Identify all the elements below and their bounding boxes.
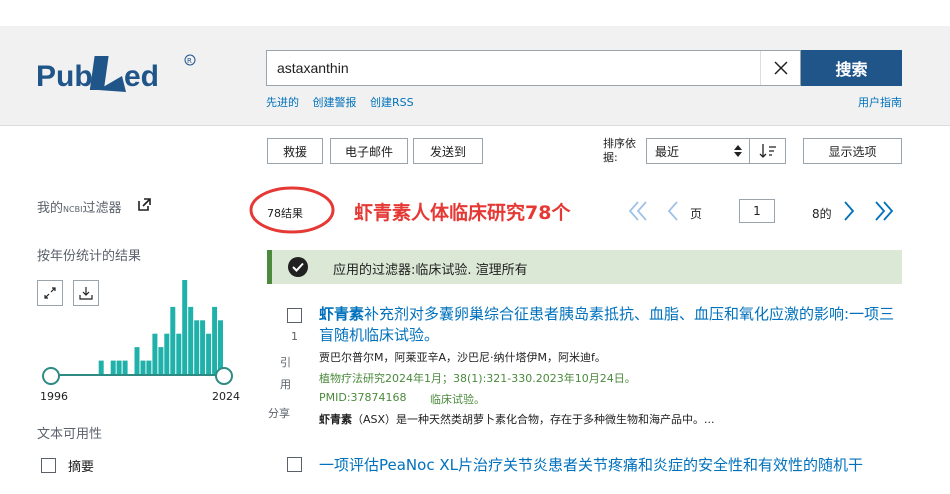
last-page-icon[interactable]	[874, 200, 894, 222]
year-bar-2008[interactable]	[122, 360, 128, 374]
year-bar-2021[interactable]	[200, 320, 206, 374]
range-end-handle[interactable]	[215, 367, 233, 385]
display-options-button[interactable]: 显示选项	[803, 138, 902, 164]
applied-filters-banner: 应用的过滤器:临床试验. 渲理所有	[267, 250, 902, 284]
sort-order-button[interactable]	[750, 138, 786, 164]
result-1-snippet: 虾青素（ASX）是一种天然类胡萝卜素化合物，存在于多种微生物和海产品中。...	[319, 413, 715, 426]
year-bar-2017[interactable]	[176, 333, 182, 374]
year-bar-2004[interactable]	[98, 360, 104, 374]
page-label: 页	[690, 207, 703, 221]
year-bar-2014[interactable]	[158, 347, 164, 374]
result-1-title[interactable]: 虾青素补充剂对多囊卵巢综合征患者胰岛素抵抗、血脂、血压和氧化应激的影响:一项三盲…	[319, 304, 904, 346]
year-chart[interactable]	[37, 278, 237, 390]
sort-value: 最近	[655, 144, 680, 159]
text-availability-title: 文本可用性	[37, 427, 103, 442]
pubmed-logo[interactable]: Pub ed R	[36, 46, 196, 102]
cite-label-2[interactable]: 用	[280, 376, 291, 392]
result-1-pmid: PMID:37874168	[319, 391, 407, 404]
select-arrows-icon	[734, 145, 742, 157]
previous-page-icon[interactable]	[666, 200, 680, 222]
search-button[interactable]: 搜索	[801, 50, 902, 86]
email-button[interactable]: 电子邮件	[330, 138, 408, 164]
abstract-filter[interactable]: 摘要	[41, 456, 94, 475]
user-guide-link[interactable]: 用户指南	[858, 94, 902, 110]
cite-label[interactable]: 引	[280, 354, 291, 370]
sort-select[interactable]: 最近	[646, 138, 750, 164]
search-box	[266, 50, 801, 86]
results-by-year-title: 按年份统计的结果	[37, 249, 142, 264]
year-bar-2012[interactable]	[146, 360, 152, 374]
year-bar-2007[interactable]	[116, 360, 122, 374]
advanced-link[interactable]: 先进的	[266, 96, 299, 109]
clear-search-button[interactable]	[760, 51, 800, 85]
search-sub-links: 先进的 创建警报 创建RSS	[266, 94, 424, 110]
my-ncbi-filters-title[interactable]: 我的NCBI过滤器	[37, 197, 121, 216]
svg-text:R: R	[187, 57, 192, 65]
annotation-circle	[249, 186, 335, 234]
svg-text:Pub: Pub	[36, 60, 93, 93]
sort-descending-icon	[759, 144, 776, 158]
next-page-icon[interactable]	[842, 200, 856, 222]
save-button[interactable]: 救援	[267, 138, 323, 164]
year-bar-2013[interactable]	[152, 333, 158, 374]
svg-text:ed: ed	[124, 60, 159, 93]
abstract-checkbox[interactable]	[41, 458, 56, 473]
send-to-button[interactable]: 发送到	[413, 138, 483, 164]
external-link-icon[interactable]	[138, 198, 151, 211]
abstract-label: 摘要	[68, 460, 95, 475]
year-bar-2015[interactable]	[164, 333, 170, 374]
result-2-title[interactable]: 一项评估PeaNoc XL片治疗关节炎患者关节疼痛和炎症的安全性和有效性的随机干	[319, 455, 904, 476]
result-1-journal: 植物疗法研究2024年1月；38(1):321-330.2023年10月24日。	[319, 372, 636, 385]
year-bar-2020[interactable]	[194, 320, 200, 374]
share-label[interactable]: 分享	[268, 405, 290, 421]
year-bar-2022[interactable]	[206, 333, 212, 374]
create-rss-link[interactable]: 创建RSS	[370, 96, 414, 109]
year-start-label: 1996	[40, 390, 68, 403]
page-number-input[interactable]: 1	[739, 199, 775, 223]
check-circle-icon	[288, 257, 308, 277]
total-pages-label: 8的	[812, 207, 832, 221]
result-1-number: 1	[291, 330, 298, 343]
year-bar-2010[interactable]	[134, 347, 140, 374]
year-bar-2018[interactable]	[182, 280, 188, 374]
year-end-label: 2024	[212, 390, 240, 403]
result-1-article-type: 临床试验。	[430, 393, 485, 406]
year-bar-2016[interactable]	[170, 306, 176, 374]
year-bar-2019[interactable]	[188, 306, 194, 374]
close-icon	[773, 61, 788, 75]
search-input[interactable]	[267, 51, 762, 85]
annotation-text: 虾青素人体临床研究78个	[354, 202, 571, 224]
result-2-checkbox[interactable]	[287, 457, 302, 472]
year-bar-2011[interactable]	[140, 360, 146, 374]
range-start-handle[interactable]	[42, 367, 60, 385]
applied-filters-text[interactable]: 应用的过滤器:临床试验. 渲理所有	[333, 259, 528, 278]
sort-label: 排序依据:	[603, 137, 636, 164]
year-bar-2023[interactable]	[212, 306, 218, 374]
year-bar-2006[interactable]	[110, 360, 116, 374]
result-1-checkbox[interactable]	[287, 308, 302, 323]
header: Pub ed R 搜索 先进的 创建警报 创建RSS 用户指南	[0, 26, 950, 126]
year-bar-2024[interactable]	[218, 320, 223, 374]
create-alert-link[interactable]: 创建警报	[313, 96, 357, 109]
result-1-authors: 贾巴尔普尔M，阿莱亚辛A，沙巴尼·纳什塔伊M，阿米迪f。	[319, 351, 606, 364]
first-page-icon[interactable]	[628, 200, 648, 222]
